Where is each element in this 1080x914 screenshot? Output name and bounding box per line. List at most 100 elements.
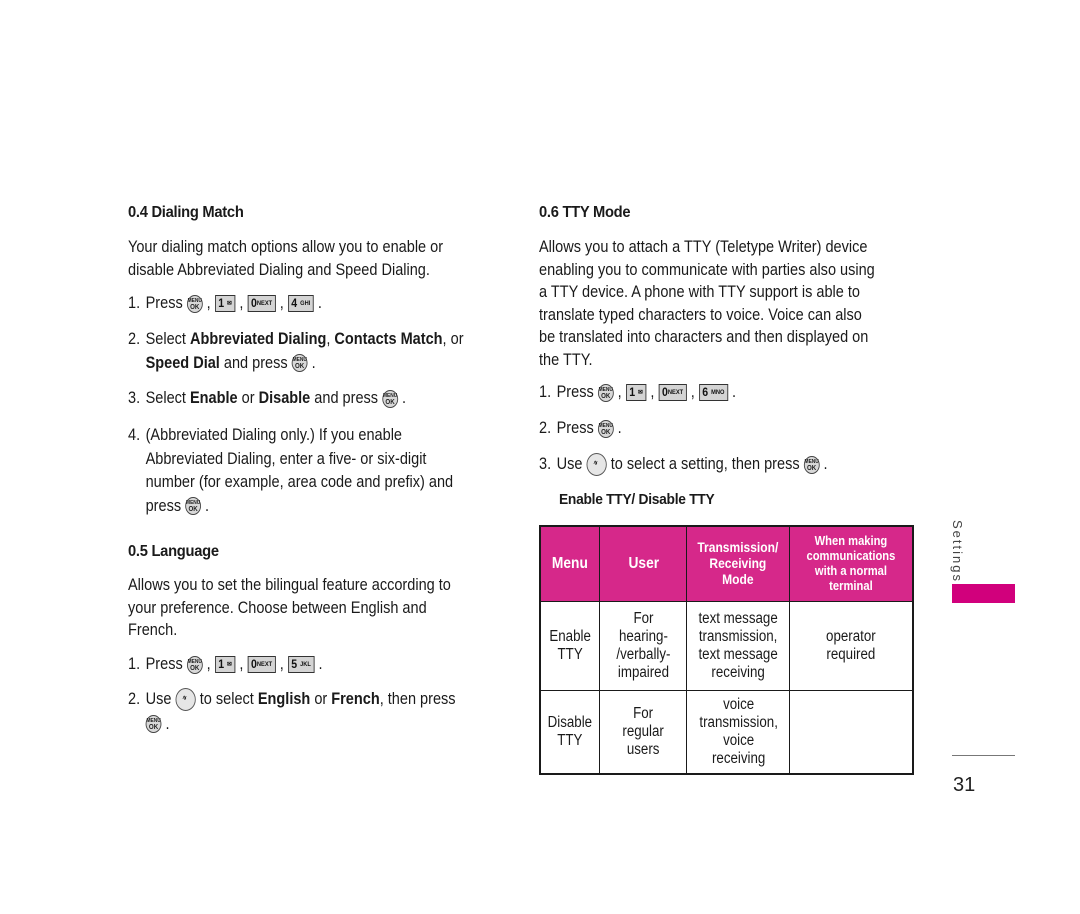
header-normal-terminal: When making communications with a normal…	[789, 525, 914, 602]
cell-user: For hearing- /verbally- impaired	[599, 601, 688, 691]
option-speed-dial: Speed Dial	[145, 353, 220, 372]
header-menu: Menu	[539, 525, 601, 602]
menu-ok-key-icon: MENU OK	[382, 389, 398, 408]
key-5-jkl-icon: 5 JKL	[287, 656, 315, 674]
cell-mode: text message transmission, text message …	[686, 601, 791, 691]
step-text: , or	[442, 330, 464, 348]
intro-line: French.	[128, 621, 178, 639]
step-text: Use	[145, 690, 172, 708]
menu-ok-key-icon: MENU OK	[597, 383, 614, 402]
step-text: or	[310, 690, 332, 708]
option-french: French	[331, 690, 380, 708]
table-row: Disable TTY For regular users voice tran…	[539, 690, 914, 775]
intro-line: Allows you to set the bilingual feature …	[128, 576, 451, 594]
intro-line: your preference. Choose between English …	[128, 598, 427, 617]
step-text: ,	[326, 330, 335, 348]
step-text: or	[237, 389, 259, 407]
intro-line: be translated into characters and then d…	[539, 328, 869, 346]
step-number: 4.	[128, 426, 141, 444]
tty-step-1: 1. Press MENU OK , 1 ✉ , 0NEXT , 6 MNO .	[539, 381, 736, 405]
step-number: 3.	[128, 389, 141, 407]
tty-step-2: 2. Press MENU OK .	[539, 417, 622, 441]
dialing-match-step-2: 2. Select Abbreviated Dialing, Contacts M…	[128, 330, 464, 373]
step-text: Abbreviated Dialing, enter a five- or si…	[145, 449, 427, 468]
cell-menu: Enable TTY	[539, 601, 601, 691]
menu-ok-key-icon: MENU OK	[597, 419, 614, 438]
step-text: , then press	[379, 690, 456, 708]
intro-line: enabling you to communicate with parties…	[539, 260, 875, 279]
cell-menu: Disable TTY	[539, 690, 601, 775]
step-text: Press	[145, 655, 183, 673]
key-4-ghi-icon: 4 GHI	[287, 295, 314, 313]
step-text: press	[145, 496, 182, 515]
dialing-match-step-4: 4. (Abbreviated Dialing only.) If you ena…	[128, 426, 454, 516]
option-enable: Enable	[189, 389, 238, 407]
key-6-mno-icon: 6 MNO	[698, 384, 728, 402]
key-0-next-icon: 0NEXT	[247, 656, 276, 674]
intro-line: a TTY device. A phone with TTY support i…	[539, 283, 860, 301]
menu-ok-key-icon: MENU OK	[186, 655, 203, 674]
step-text: Use	[556, 455, 583, 473]
menu-ok-key-icon: MENU OK	[145, 715, 162, 734]
option-english: English	[257, 690, 311, 708]
step-number: 1.	[128, 294, 141, 312]
step-text: (Abbreviated Dialing only.) If you enabl…	[145, 426, 403, 444]
section-heading-language: 0.5 Language	[128, 543, 219, 560]
menu-ok-key-icon: MENU OK	[803, 455, 820, 474]
step-text: number (for example, area code and prefi…	[145, 473, 454, 491]
step-text: Press	[145, 294, 183, 312]
tty-options-label: Enable TTY/ Disable TTY	[559, 491, 715, 508]
header-user: User	[599, 525, 688, 602]
intro-line: disable Abbreviated Dialing and Speed Di…	[128, 260, 430, 279]
section-heading-tty-mode: 0.6 TTY Mode	[539, 204, 631, 221]
key-0-next-icon: 0NEXT	[247, 295, 276, 313]
step-text: to select	[195, 690, 258, 708]
cell-mode: voice transmission, voice receiving	[686, 690, 791, 775]
step-number: 2.	[128, 690, 141, 708]
key-1-icon: 1 ✉	[214, 656, 236, 674]
step-text: Press	[556, 419, 594, 437]
language-step-2: 2.Use to select English or French, then …	[128, 687, 456, 736]
header-transmission-mode: Transmission/ Receiving Mode	[686, 525, 791, 602]
step-number: 1.	[539, 383, 552, 401]
key-1-icon: 1 ✉	[625, 384, 647, 402]
table-header-row: Menu User Transmission/ Receiving Mode W…	[539, 525, 914, 602]
dialing-match-step-1: 1. Press MENU OK , 1 ✉ , 0NEXT , 4 GHI .	[128, 292, 322, 316]
cell-terminal	[789, 690, 914, 775]
step-number: 3.	[539, 455, 552, 473]
menu-ok-key-icon: MENU OK	[186, 294, 203, 313]
section-heading-dialing-match: 0.4 Dialing Match	[128, 204, 244, 221]
tty-settings-table: Menu User Transmission/ Receiving Mode W…	[539, 525, 914, 775]
intro-line: translate typed characters to voice. Voi…	[539, 305, 862, 324]
dialing-match-step-3: 3. Select Enable or Disable and press MEN…	[128, 387, 406, 411]
tty-step-3: 3.Use to select a setting, then press ME…	[539, 452, 828, 477]
step-number: 2.	[128, 330, 141, 348]
menu-ok-key-icon: MENU OK	[291, 354, 308, 373]
key-1-icon: 1 ✉	[214, 295, 236, 313]
dialing-match-intro: Your dialing match options allow you to …	[128, 236, 443, 281]
step-number: 2.	[539, 419, 552, 437]
step-text: Press	[556, 383, 594, 401]
step-number: 1.	[128, 655, 141, 673]
key-0-next-icon: 0NEXT	[658, 384, 687, 402]
step-text: to select a setting, then press	[606, 455, 800, 473]
step-text: Select	[145, 330, 190, 348]
section-tab-marker	[952, 584, 1015, 603]
intro-line: the TTY.	[539, 350, 593, 369]
page-number: 31	[953, 774, 976, 796]
navigation-key-icon	[586, 452, 607, 477]
intro-line: Your dialing match options allow you to …	[128, 238, 444, 256]
option-disable: Disable	[258, 389, 311, 407]
step-text: and press	[219, 353, 288, 372]
footer-divider	[952, 755, 1015, 756]
tty-intro: Allows you to attach a TTY (Teletype Wri…	[539, 236, 875, 371]
option-contacts-match: Contacts Match	[334, 330, 443, 348]
cell-terminal: operator required	[789, 601, 914, 691]
intro-line: Allows you to attach a TTY (Teletype Wri…	[539, 238, 868, 256]
option-abbreviated-dialing: Abbreviated Dialing	[189, 330, 327, 348]
section-side-label: Settings	[950, 520, 965, 583]
step-text: Select	[145, 389, 190, 407]
table-row: Enable TTY For hearing- /verbally- impai…	[539, 601, 914, 691]
language-step-1: 1. Press MENU OK , 1 ✉ , 0NEXT , 5 JKL .	[128, 653, 323, 677]
cell-user: For regular users	[599, 690, 688, 775]
